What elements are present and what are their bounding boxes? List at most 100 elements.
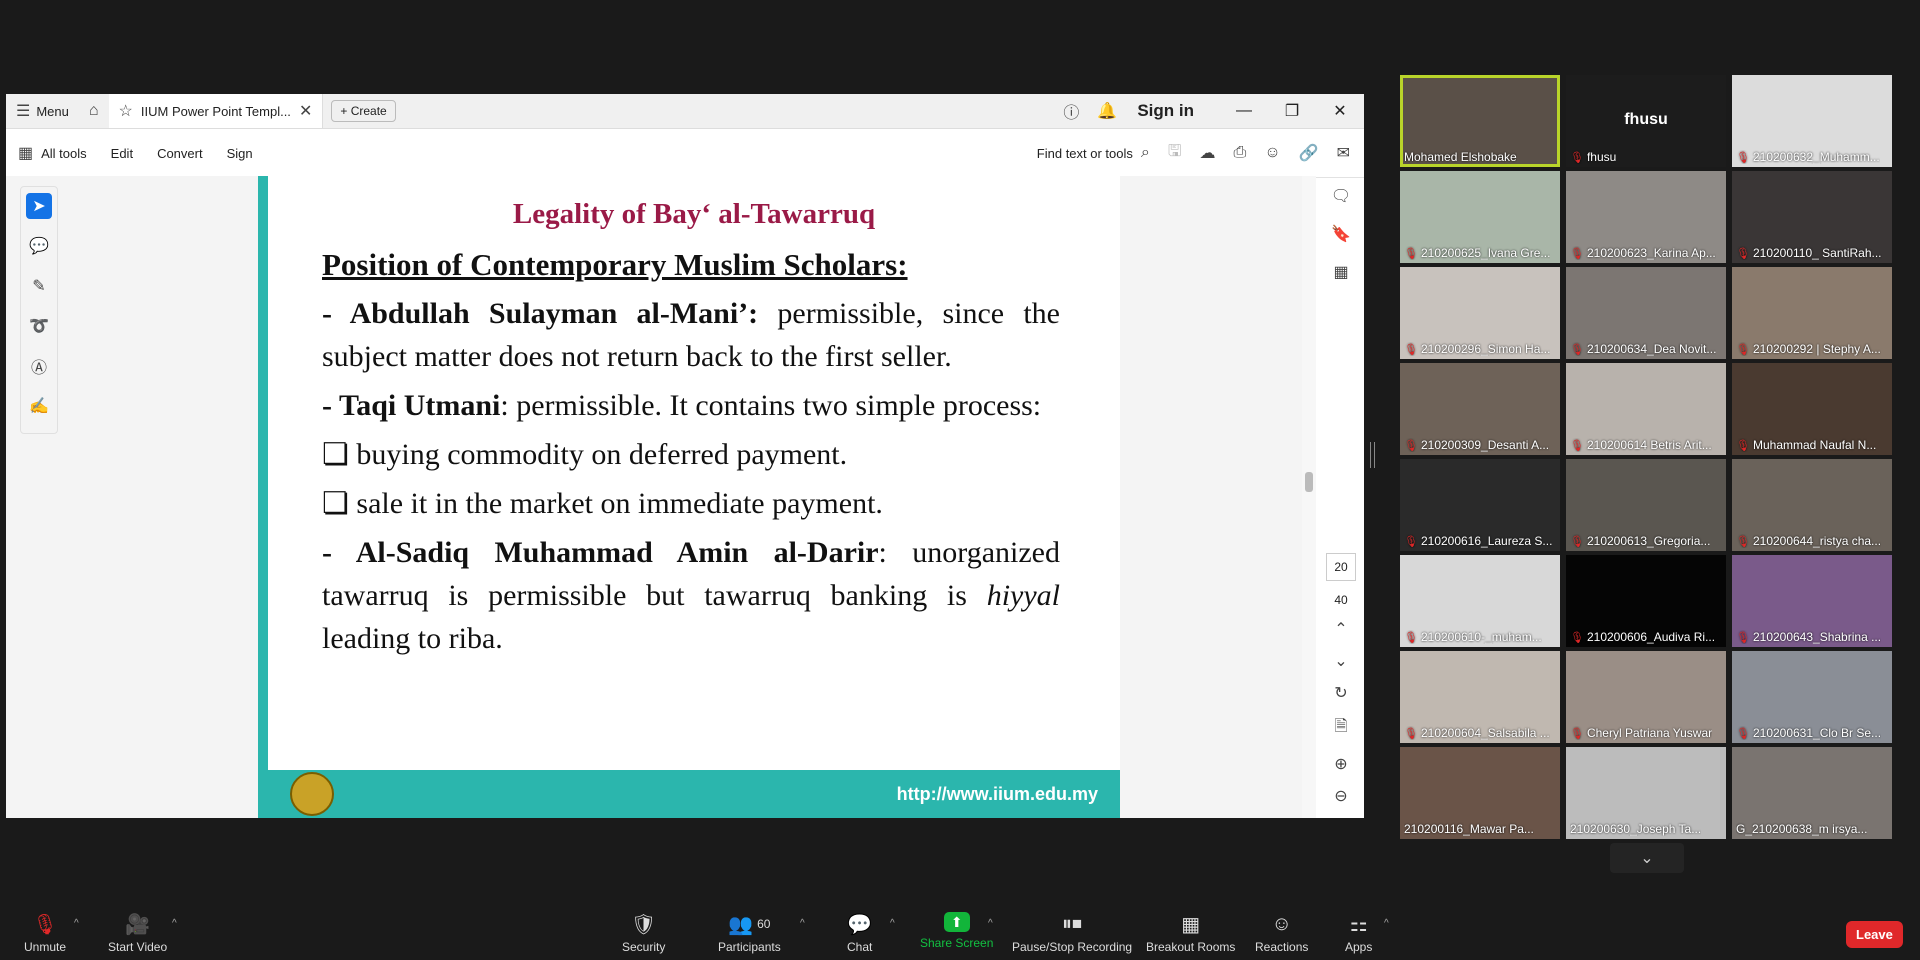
participant-tile[interactable]: 🎙 210200610-_muham... <box>1400 555 1560 647</box>
close-tab-icon[interactable]: ✕ <box>299 101 312 121</box>
home-icon: ⌂ <box>88 102 99 119</box>
zoom-in-icon[interactable]: ⊕ <box>1334 754 1347 774</box>
notification-bell-icon[interactable]: 🔔 <box>1097 101 1117 121</box>
participant-tile[interactable]: 🎙 210200309_Desanti A... <box>1400 363 1560 455</box>
participant-tile[interactable]: 🎙 210200632_Muhamm... <box>1732 75 1892 167</box>
participant-name-label: 🎙 210200604_Salsabila ... <box>1404 726 1550 740</box>
share-screen-button[interactable]: ⬆ Share Screen <box>920 912 993 950</box>
reactions-button[interactable]: ☺ Reactions <box>1255 912 1308 955</box>
participant-tile[interactable]: Mohamed Elshobake <box>1400 75 1560 167</box>
security-label: Security <box>622 940 666 954</box>
document-tab[interactable]: ☆ IIUM Power Point Templ... ✕ <box>108 94 324 128</box>
panel-resize-handle[interactable] <box>1370 442 1375 468</box>
participants-caret-icon[interactable]: ^ <box>800 918 805 929</box>
tool-convert[interactable]: Convert <box>145 146 215 161</box>
next-page-icon[interactable]: ⌄ <box>1334 651 1347 671</box>
thumbnails-icon[interactable]: ▦ <box>1333 262 1348 282</box>
page-extract-icon[interactable]: 🗎 <box>1335 715 1348 742</box>
participant-tile[interactable]: 🎙 210200296_Simon Ha... <box>1400 267 1560 359</box>
pause-stop-recording-button[interactable]: ⏸⏹ Pause/Stop Recording <box>1012 912 1132 955</box>
restore-icon[interactable]: ❐ <box>1268 101 1316 121</box>
sign-in-button[interactable]: Sign in <box>1137 101 1194 121</box>
share-caret-icon[interactable]: ^ <box>988 918 993 929</box>
tool-sign[interactable]: Sign <box>215 146 265 161</box>
star-icon[interactable]: ☆ <box>119 101 133 121</box>
select-cursor-icon[interactable]: ➤ <box>26 193 52 219</box>
leave-button[interactable]: Leave <box>1846 921 1903 948</box>
audio-options-caret-icon[interactable]: ^ <box>74 918 79 929</box>
zoom-out-icon[interactable]: ⊖ <box>1334 786 1347 806</box>
participant-tile[interactable]: 🎙 210200292 | Stephy A... <box>1732 267 1892 359</box>
mic-muted-icon: 🎙 <box>1404 631 1418 644</box>
add-comment-icon[interactable]: 💬 <box>26 233 52 259</box>
home-button[interactable]: ⌂ <box>79 94 109 128</box>
participant-tile[interactable]: 🎙 210200606_Audiva Ri... <box>1566 555 1726 647</box>
participant-tile[interactable]: 🎙 210200604_Salsabila ... <box>1400 651 1560 743</box>
security-button[interactable]: 🛡 Security <box>622 912 666 955</box>
participant-tile[interactable]: 🎙 210200625_Ivana Gre... <box>1400 171 1560 263</box>
gallery-scroll-down-button[interactable]: ⌄ <box>1610 843 1684 873</box>
chat-caret-icon[interactable]: ^ <box>890 918 895 929</box>
bookmark-icon[interactable]: 🔖 <box>1331 224 1351 244</box>
participant-name: Cheryl Patriana Yuswar <box>1586 726 1713 740</box>
participant-name: 210200630_Joseph Ta... <box>1570 822 1702 836</box>
participant-tile[interactable]: 🎙 210200643_Shabrina ... <box>1732 555 1892 647</box>
participant-name-label: 🎙 210200613_Gregoria... <box>1570 534 1710 548</box>
share-screen-icon: ⬆ <box>943 912 970 932</box>
participant-tile[interactable]: 210200630_Joseph Ta... <box>1566 747 1726 839</box>
apps-caret-icon[interactable]: ^ <box>1384 918 1389 929</box>
highlight-pen-icon[interactable]: ✎ <box>26 273 52 299</box>
participant-tile[interactable]: 🎙 210200634_Dea Novit... <box>1566 267 1726 359</box>
participant-tile[interactable]: 🎙 210200613_Gregoria... <box>1566 459 1726 551</box>
participant-name: 210200110_ SantiRah... <box>1752 246 1882 260</box>
share-user-icon[interactable]: ☺ <box>1264 144 1280 162</box>
menu-button[interactable]: ☰ Menu <box>6 94 79 128</box>
participant-tile[interactable]: 🎙 210200631_Clo Br Se... <box>1732 651 1892 743</box>
rotate-icon[interactable]: ↻ <box>1334 683 1347 703</box>
right-panel-rail: 🗨 🔖 ▦ 20 40 ⌃ ⌄ ↻ 🗎 ⊕ ⊖ <box>1318 176 1364 818</box>
print-icon[interactable]: ⎙ <box>1234 144 1247 162</box>
participant-tile[interactable]: 🎙 210200623_Karina Ap... <box>1566 171 1726 263</box>
participant-tile[interactable]: 🎙 Cheryl Patriana Yuswar <box>1566 651 1726 743</box>
tool-edit[interactable]: Edit <box>99 146 145 161</box>
minimize-icon[interactable]: — <box>1220 102 1268 120</box>
participant-tile[interactable]: 🎙 Muhammad Naufal N... <box>1732 363 1892 455</box>
page-number-input[interactable]: 20 <box>1326 553 1356 581</box>
apps-button[interactable]: ⚏ Apps <box>1345 912 1372 955</box>
participant-tile[interactable]: 🎙 210200616_Laureza S... <box>1400 459 1560 551</box>
lasso-draw-icon[interactable]: ➰ <box>26 313 52 339</box>
participant-name: 210200623_Karina Ap... <box>1586 246 1716 260</box>
participant-tile[interactable]: 210200116_Mawar Pa... <box>1400 747 1560 839</box>
start-video-button[interactable]: 🎥 Start Video <box>108 912 167 955</box>
text-select-icon[interactable]: Ⓐ <box>26 353 52 379</box>
link-icon[interactable]: 🔗 <box>1299 143 1319 163</box>
slide-page: Legality of Bay‘ al-Tawarruq Position of… <box>258 176 1120 818</box>
breakout-rooms-button[interactable]: ▦ Breakout Rooms <box>1146 912 1235 955</box>
create-button[interactable]: + Create <box>331 100 396 122</box>
email-icon[interactable]: ✉ <box>1337 143 1350 163</box>
apps-grid-icon[interactable]: ▦ <box>6 143 37 163</box>
participant-tile[interactable]: 🎙 210200614 Betris Arit... <box>1566 363 1726 455</box>
unmute-button[interactable]: 🎙 Unmute <box>24 912 66 955</box>
participant-name: 210200292 | Stephy A... <box>1752 342 1881 356</box>
close-window-icon[interactable]: ✕ <box>1316 101 1364 121</box>
scrollbar-thumb[interactable] <box>1305 472 1313 492</box>
previous-page-icon[interactable]: ⌃ <box>1334 619 1347 639</box>
participant-name: 210200610-_muham... <box>1420 630 1542 644</box>
vertical-scrollbar[interactable] <box>1302 176 1316 818</box>
comments-panel-icon[interactable]: 🗨 <box>1331 186 1351 206</box>
participant-tile[interactable]: G_210200638_m irsya... <box>1732 747 1892 839</box>
participant-tile[interactable]: 🎙 210200644_ristya cha... <box>1732 459 1892 551</box>
chat-button[interactable]: 💬 Chat <box>847 912 872 955</box>
participant-tile[interactable]: 🎙 210200110_ SantiRah... <box>1732 171 1892 263</box>
help-icon[interactable]: ⓘ <box>1063 99 1079 123</box>
upload-cloud-icon[interactable]: ☁ <box>1200 143 1216 163</box>
find-text-or-tools[interactable]: Find text or tools ⌕ <box>1037 144 1150 162</box>
participant-tile[interactable]: fhusu 🎙 fhusu <box>1566 75 1726 167</box>
document-viewport[interactable]: Legality of Bay‘ al-Tawarruq Position of… <box>6 176 1302 818</box>
save-icon[interactable]: 🖫 <box>1168 140 1182 167</box>
tool-all-tools[interactable]: All tools <box>37 146 99 161</box>
participants-button[interactable]: 👥 60 Participants <box>718 912 781 955</box>
video-options-caret-icon[interactable]: ^ <box>172 918 177 929</box>
fill-sign-icon[interactable]: ✍ <box>26 393 52 419</box>
